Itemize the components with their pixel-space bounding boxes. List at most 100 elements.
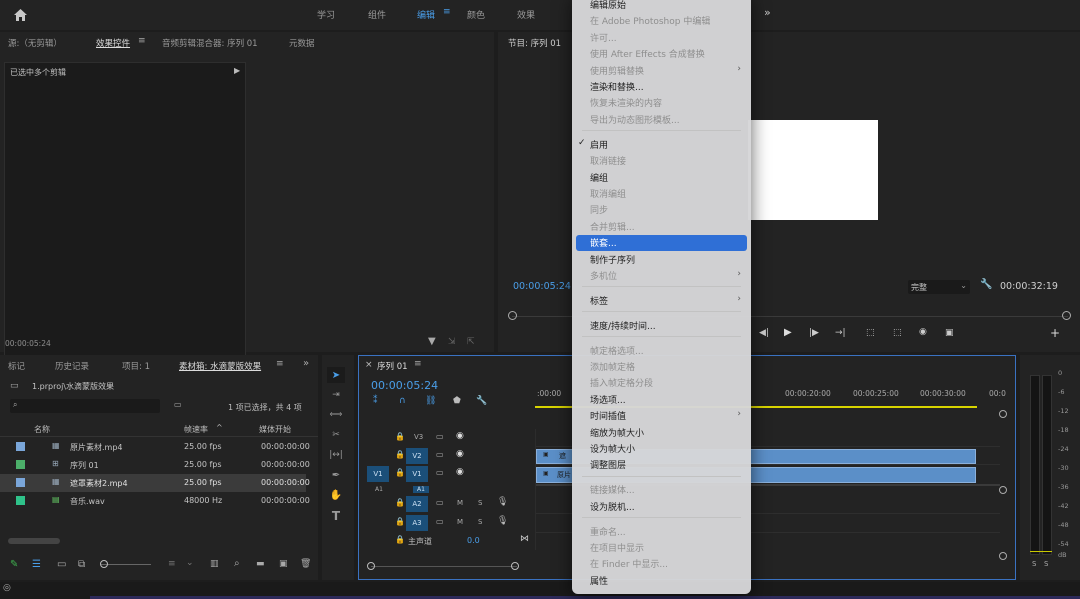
workspace-learn[interactable]: 学习 — [317, 8, 335, 21]
list-view-icon[interactable]: ☰ — [32, 559, 41, 570]
workspace-menu-icon[interactable]: ≡ — [443, 7, 451, 17]
icon-view-icon[interactable]: ▭ — [57, 559, 66, 570]
zoom-handle-right[interactable] — [511, 562, 519, 570]
scrubber-end-handle[interactable] — [1062, 311, 1071, 320]
add-button-icon[interactable]: + — [1050, 326, 1060, 340]
menu-item[interactable]: 时间插值 — [590, 409, 626, 422]
tab-metadata[interactable]: 元数据 — [289, 37, 315, 49]
horizontal-scrollbar[interactable] — [8, 538, 60, 544]
sync-lock-icon[interactable]: ▭ — [436, 432, 444, 441]
razor-tool-icon[interactable]: ✂ — [327, 427, 345, 443]
hand-tool-icon[interactable]: ✋ — [327, 487, 345, 503]
menu-item[interactable]: 制作子序列 — [590, 253, 635, 266]
pencil-icon[interactable]: ✎ — [10, 559, 18, 570]
new-bin-from-search-icon[interactable]: ▭ — [174, 400, 182, 409]
new-bin-icon[interactable]: ▬ — [256, 559, 265, 569]
horizontal-zoom-scrollbar[interactable] — [371, 566, 517, 567]
track-select-tool-icon[interactable]: ⇥ — [327, 387, 345, 403]
tab-project[interactable]: 项目: 1 — [122, 360, 150, 372]
mute-button[interactable]: M — [457, 499, 463, 507]
pen-tool-icon[interactable]: ✒ — [327, 467, 345, 483]
magnet-snap-icon[interactable]: ∩ — [399, 396, 406, 406]
vertical-scroll-handle[interactable] — [999, 552, 1007, 560]
freeform-view-icon[interactable]: ⧉ — [78, 559, 85, 570]
menu-item[interactable]: 标签 — [590, 294, 608, 307]
new-item-icon[interactable]: ▣ — [279, 559, 288, 569]
chevron-down-icon[interactable]: ⌄ — [186, 558, 194, 568]
list-item[interactable]: ▦ 原片素材.mp4 25.00 fps 00:00:00:00 — [0, 438, 310, 456]
more-panels-icon[interactable]: » — [303, 358, 309, 369]
sync-lock-icon[interactable]: ▭ — [436, 450, 444, 459]
source-patch-a1[interactable]: A1 — [375, 486, 383, 493]
solo-button[interactable]: S — [478, 518, 482, 526]
go-to-out-icon[interactable]: →| — [835, 328, 846, 338]
camera-icon[interactable]: ◉ — [919, 327, 927, 337]
track-target-v1[interactable]: V1 — [406, 466, 428, 482]
timeline-timecode[interactable]: 00:00:05:24 — [371, 379, 438, 392]
menu-item[interactable]: 渲染和替换... — [590, 80, 644, 93]
vertical-scroll-handle[interactable] — [999, 486, 1007, 494]
type-tool-icon[interactable]: T — [327, 508, 345, 524]
track-target-a1[interactable]: A1 — [413, 486, 429, 493]
sync-lock-icon[interactable]: ▭ — [436, 498, 444, 507]
add-marker-icon[interactable]: ⬟ — [453, 396, 461, 406]
sort-icon[interactable]: ≡ — [168, 559, 176, 569]
column-media-start[interactable]: 媒体开始 — [259, 424, 291, 435]
sync-lock-icon[interactable]: ▭ — [436, 468, 444, 477]
tab-bin[interactable]: 素材箱: 水滴蒙版效果 — [179, 360, 261, 372]
menu-item[interactable]: 编组 — [590, 171, 608, 184]
solo-right-button[interactable]: S — [1044, 560, 1048, 568]
track-target-a3[interactable]: A3 — [406, 515, 428, 531]
panel-menu-icon[interactable]: ≡ — [276, 359, 284, 369]
quality-select[interactable]: 完整 ⌄ — [908, 280, 970, 294]
eye-icon[interactable]: ◉ — [456, 431, 464, 441]
play-triangle-icon[interactable]: ▶ — [234, 66, 240, 75]
scrubber-start-handle[interactable] — [508, 311, 517, 320]
column-framerate[interactable]: 帧速率 — [184, 424, 208, 435]
menu-item[interactable]: 设为脱机... — [590, 500, 635, 513]
zoom-handle-left[interactable] — [367, 562, 375, 570]
go-to-end-icon[interactable]: ⋈ — [520, 534, 529, 544]
menu-item[interactable]: 嵌套... — [590, 236, 617, 249]
lock-icon[interactable]: 🔒 — [395, 517, 405, 526]
menu-item[interactable]: 属性 — [590, 574, 608, 587]
lift-icon[interactable]: ⬚ — [866, 328, 875, 338]
trash-icon[interactable]: 🗑 — [300, 559, 311, 569]
workspace-assembly[interactable]: 组件 — [368, 8, 386, 21]
menu-item[interactable]: 编辑原始 — [590, 0, 626, 11]
linked-selection-icon[interactable]: ⛓ — [425, 396, 436, 406]
menu-item[interactable]: 调整图层 — [590, 458, 626, 471]
workspace-effects[interactable]: 效果 — [517, 8, 535, 21]
tab-markers[interactable]: 标记 — [8, 360, 25, 372]
master-volume[interactable]: 0.0 — [467, 536, 480, 545]
panel-menu-icon[interactable]: ≡ — [138, 36, 146, 46]
lock-icon[interactable]: 🔒 — [395, 468, 405, 477]
tab-audio-clip-mixer[interactable]: 音频剪辑混合器: 序列 01 — [162, 37, 258, 49]
eye-icon[interactable]: ◉ — [456, 449, 464, 459]
microphone-icon[interactable]: 🎙 — [497, 516, 508, 526]
more-workspaces-icon[interactable]: » — [764, 6, 771, 19]
tab-source[interactable]: 源:（无剪辑） — [8, 37, 62, 49]
track-target-a2[interactable]: A2 — [406, 496, 428, 512]
render-status-icon[interactable]: ◎ — [3, 583, 11, 593]
step-back-icon[interactable]: ◀| — [759, 328, 769, 338]
search-input[interactable]: ⌕ — [10, 399, 160, 413]
export-icon[interactable]: ⇲ — [448, 337, 456, 347]
column-name[interactable]: 名称 — [34, 424, 50, 435]
menu-item[interactable]: 设为帧大小 — [590, 442, 635, 455]
zoom-slider-handle[interactable] — [100, 560, 108, 568]
panel-menu-icon[interactable]: ≡ — [414, 359, 422, 369]
list-item[interactable]: ⊞ 序列 01 25.00 fps 00:00:00:00 — [0, 456, 310, 474]
list-item[interactable]: ▤ 音乐.wav 48000 Hz 00:00:00:00 — [0, 492, 310, 510]
find-icon[interactable]: ⌕ — [234, 558, 240, 569]
list-item-selected[interactable]: ▦ 遮罩素材2.mp4 25.00 fps 00:00:00:00 — [0, 474, 310, 492]
solo-left-button[interactable]: S — [1032, 560, 1036, 568]
eye-icon[interactable]: ◉ — [456, 467, 464, 477]
filter-icon[interactable]: ▼ — [428, 336, 436, 347]
export-frame-icon[interactable]: ⇱ — [467, 337, 475, 347]
scroll-handle-top[interactable] — [999, 410, 1007, 418]
wrench-icon[interactable]: 🔧 — [980, 279, 992, 290]
mute-button[interactable]: M — [457, 518, 463, 526]
close-icon[interactable]: × — [365, 360, 373, 370]
extract-icon[interactable]: ⬚ — [893, 328, 902, 338]
